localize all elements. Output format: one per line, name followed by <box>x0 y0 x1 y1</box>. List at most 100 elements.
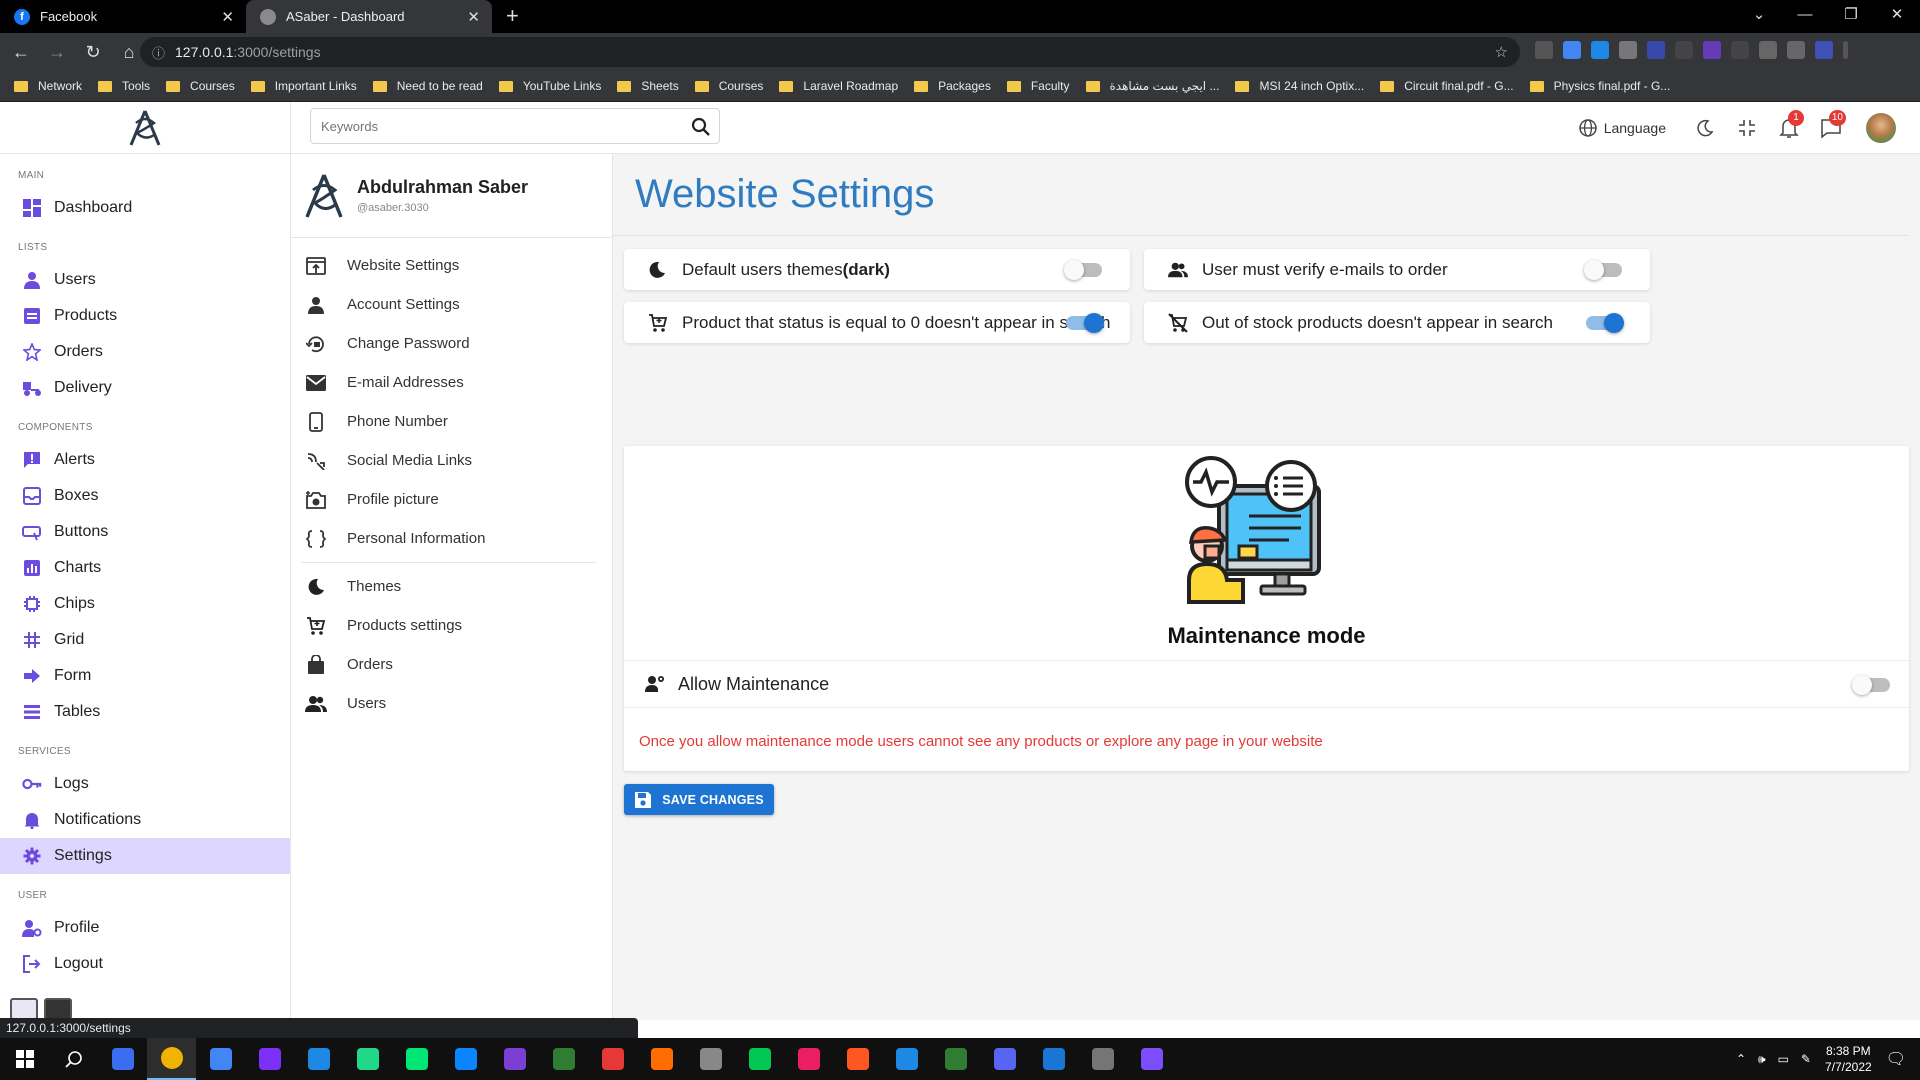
sidebar-item-tables[interactable]: Tables <box>0 694 290 730</box>
taskbar-app-icon[interactable] <box>98 1038 147 1080</box>
settings-nav-users[interactable]: Users <box>291 684 612 723</box>
settings-nav-products-settings[interactable]: Products settings <box>291 606 612 645</box>
dark-theme-swatch[interactable] <box>44 998 72 1020</box>
taskbar-app-icon[interactable] <box>539 1038 588 1080</box>
bookmark-item[interactable]: Courses <box>694 79 763 93</box>
sidebar-panel-icon[interactable] <box>1787 41 1805 59</box>
fullscreen-exit-button[interactable] <box>1726 108 1768 148</box>
sidebar-item-profile[interactable]: Profile <box>0 910 290 946</box>
search-input[interactable] <box>321 118 671 134</box>
settings-nav-account-settings[interactable]: Account Settings <box>291 285 612 324</box>
bookmark-item[interactable]: Laravel Roadmap <box>779 79 898 93</box>
settings-nav-social-media-links[interactable]: Social Media Links <box>291 441 612 480</box>
taskbar-app-icon[interactable] <box>196 1038 245 1080</box>
profile-ext-icon[interactable] <box>1815 41 1833 59</box>
bookmark-item[interactable]: Circuit final.pdf - G... <box>1380 79 1514 93</box>
sidebar-item-alerts[interactable]: Alerts <box>0 442 290 478</box>
taskbar-app-icon[interactable] <box>980 1038 1029 1080</box>
extension-icon[interactable] <box>1563 41 1581 59</box>
sidebar-item-dashboard[interactable]: Dashboard <box>0 190 290 226</box>
settings-nav-personal-information[interactable]: Personal Information <box>291 519 612 558</box>
taskbar-app-icon[interactable] <box>1078 1038 1127 1080</box>
menu-dots-icon[interactable] <box>1843 41 1848 59</box>
setting-switch[interactable] <box>1584 260 1622 280</box>
minimize-button[interactable]: — <box>1782 0 1828 33</box>
taskbar-app-icon[interactable] <box>490 1038 539 1080</box>
settings-nav-phone-number[interactable]: Phone Number <box>291 402 612 441</box>
bookmark-item[interactable]: Courses <box>166 79 235 93</box>
new-tab-button[interactable]: + <box>506 0 519 33</box>
settings-nav-change-password[interactable]: Change Password <box>291 324 612 363</box>
settings-nav-themes[interactable]: Themes <box>291 567 612 606</box>
forward-icon[interactable]: → <box>42 42 72 63</box>
user-avatar[interactable] <box>1866 113 1896 143</box>
extension-icon[interactable] <box>1647 41 1665 59</box>
sidebar-item-users[interactable]: Users <box>0 262 290 298</box>
taskbar-search-button[interactable] <box>49 1038 98 1080</box>
sidebar-item-notifications[interactable]: Notifications <box>0 802 290 838</box>
sidebar-item-orders[interactable]: Orders <box>0 334 290 370</box>
close-window-button[interactable]: ✕ <box>1874 0 1920 33</box>
sidebar-item-logs[interactable]: Logs <box>0 766 290 802</box>
notifications-button[interactable]: 1 <box>1768 108 1810 148</box>
sidebar-item-settings[interactable]: Settings <box>0 838 290 874</box>
extension-icon[interactable] <box>1535 41 1553 59</box>
taskbar-app-icon[interactable] <box>833 1038 882 1080</box>
sidebar-item-delivery[interactable]: Delivery <box>0 370 290 406</box>
taskbar-app-icon[interactable] <box>784 1038 833 1080</box>
notification-center-icon[interactable]: 🗨 <box>1886 1049 1906 1069</box>
sidebar-item-products[interactable]: Products <box>0 298 290 334</box>
pen-icon[interactable]: ✎ <box>1801 1052 1811 1066</box>
setting-switch[interactable] <box>1066 313 1104 333</box>
taskbar-app-icon[interactable] <box>735 1038 784 1080</box>
bookmark-item[interactable]: Network <box>14 79 82 93</box>
taskbar-app-icon[interactable] <box>588 1038 637 1080</box>
taskbar-app-icon[interactable] <box>392 1038 441 1080</box>
browser-tab-dashboard[interactable]: ASaber - Dashboard ✕ <box>246 0 492 33</box>
sidebar-item-form[interactable]: Form <box>0 658 290 694</box>
back-icon[interactable]: ← <box>6 42 36 63</box>
save-changes-button[interactable]: SAVE CHANGES <box>624 784 774 815</box>
bookmark-star-icon[interactable]: ☆ <box>1495 43 1508 61</box>
settings-nav-website-settings[interactable]: Website Settings <box>291 246 612 285</box>
sidebar-item-boxes[interactable]: Boxes <box>0 478 290 514</box>
network-icon[interactable]: ▭ <box>1778 1052 1789 1066</box>
taskbar-app-icon[interactable] <box>343 1038 392 1080</box>
bookmark-item[interactable]: Tools <box>98 79 150 93</box>
extension-icon[interactable] <box>1619 41 1637 59</box>
taskbar-app-icon[interactable] <box>931 1038 980 1080</box>
browser-tab-facebook[interactable]: f Facebook ✕ <box>0 0 246 33</box>
messages-button[interactable]: 10 <box>1810 108 1852 148</box>
close-tab-icon[interactable]: ✕ <box>221 8 234 26</box>
puzzle-icon[interactable] <box>1759 41 1777 59</box>
light-theme-swatch[interactable] <box>10 998 38 1020</box>
start-button[interactable] <box>0 1038 49 1080</box>
settings-nav-orders[interactable]: Orders <box>291 645 612 684</box>
taskbar-app-icon[interactable] <box>1029 1038 1078 1080</box>
extension-icon[interactable] <box>1703 41 1721 59</box>
clock[interactable]: 8:38 PM 7/7/2022 <box>1825 1043 1872 1075</box>
taskbar-app-icon[interactable] <box>245 1038 294 1080</box>
extension-icon[interactable] <box>1591 41 1609 59</box>
bookmark-item[interactable]: Sheets <box>617 79 679 93</box>
bookmark-item[interactable]: MSI 24 inch Optix... <box>1235 79 1364 93</box>
bookmark-item[interactable]: Packages <box>914 79 991 93</box>
sidebar-item-buttons[interactable]: Buttons <box>0 514 290 550</box>
sidebar-item-chips[interactable]: Chips <box>0 586 290 622</box>
bookmark-item[interactable]: ايجي بست مشاهدة ... <box>1085 79 1219 93</box>
language-selector[interactable]: Language <box>1578 118 1666 138</box>
taskbar-app-icon[interactable] <box>686 1038 735 1080</box>
volume-icon[interactable]: 🕪 <box>1758 1052 1766 1067</box>
extension-icon[interactable] <box>1675 41 1693 59</box>
reload-icon[interactable]: ↻ <box>78 42 108 63</box>
taskbar-app-icon[interactable] <box>882 1038 931 1080</box>
sidebar-item-charts[interactable]: Charts <box>0 550 290 586</box>
info-icon[interactable]: ⓘ <box>152 43 165 62</box>
bookmark-item[interactable]: Physics final.pdf - G... <box>1529 79 1670 93</box>
taskbar-app-icon[interactable] <box>1127 1038 1176 1080</box>
bookmark-item[interactable]: YouTube Links <box>498 79 601 93</box>
app-logo[interactable] <box>0 102 290 154</box>
bookmark-item[interactable]: Need to be read <box>372 79 483 93</box>
tray-chevron-icon[interactable]: ⌃ <box>1736 1052 1746 1066</box>
bookmark-item[interactable]: Important Links <box>250 79 357 93</box>
